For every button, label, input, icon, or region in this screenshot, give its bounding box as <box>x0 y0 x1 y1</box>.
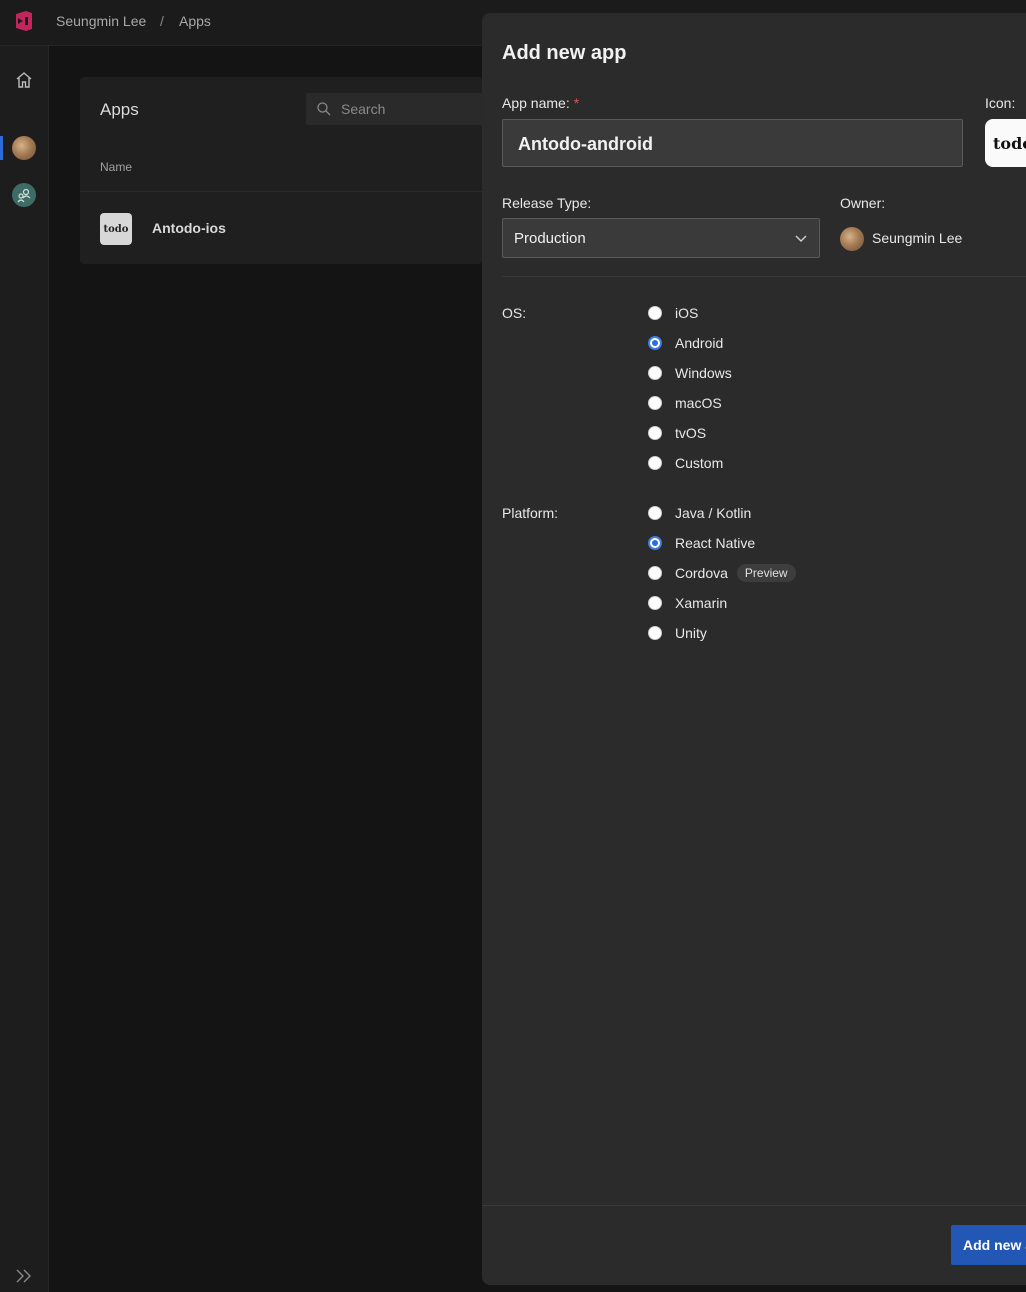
user-avatar <box>12 136 36 160</box>
app-name-field[interactable]: Antodo-android <box>502 119 963 167</box>
panel-title: Add new app <box>502 42 627 64</box>
breadcrumb-owner[interactable]: Seungmin Lee <box>56 13 146 29</box>
os-option-label: Windows <box>675 365 732 381</box>
app-center-logo-icon[interactable] <box>12 9 36 33</box>
app-icon: todo <box>100 213 132 245</box>
platform-option-label: React Native <box>675 535 756 551</box>
required-mark: * <box>573 95 580 111</box>
radio-button[interactable] <box>648 596 662 610</box>
os-option-label: iOS <box>675 305 699 321</box>
platform-option-react-native[interactable]: React Native <box>648 533 755 553</box>
app-name-label: App name: * <box>502 95 579 111</box>
os-option-label: Android <box>675 335 724 351</box>
owner-name: Seungmin Lee <box>872 230 963 246</box>
home-icon <box>16 72 32 88</box>
platform-option-cordova[interactable]: Cordova Preview <box>648 563 796 583</box>
radio-button-selected[interactable] <box>648 336 662 350</box>
owner-label: Owner: <box>840 195 886 211</box>
release-type-label: Release Type: <box>502 195 592 211</box>
add-new-app-button[interactable]: Add new app <box>951 1225 1026 1265</box>
app-icon-upload[interactable]: todo <box>985 119 1026 167</box>
radio-button[interactable] <box>648 566 662 580</box>
radio-button[interactable] <box>648 366 662 380</box>
apps-list-card: Apps Search Name todo Antodo-ios <box>80 77 482 264</box>
apps-title: Apps <box>100 100 139 119</box>
search-input[interactable]: Search <box>306 93 482 125</box>
platform-label: Platform: <box>502 505 559 521</box>
add-new-app-panel: Add new app App name: * Antodo-android Ic… <box>482 13 1026 1285</box>
column-header-name[interactable]: Name <box>100 160 132 174</box>
search-icon <box>317 102 331 116</box>
release-type-select[interactable]: Production <box>502 218 820 258</box>
os-option-label: Custom <box>675 455 724 471</box>
radio-button-selected[interactable] <box>648 536 662 550</box>
platform-option-java-kotlin[interactable]: Java / Kotlin <box>648 503 751 523</box>
radio-button[interactable] <box>648 456 662 470</box>
radio-button[interactable] <box>648 306 662 320</box>
os-option-label: tvOS <box>675 425 707 441</box>
owner-avatar <box>840 227 864 251</box>
os-option-custom[interactable]: Custom <box>648 453 723 473</box>
os-option-windows[interactable]: Windows <box>648 363 732 383</box>
os-option-ios[interactable]: iOS <box>648 303 698 323</box>
breadcrumb-apps[interactable]: Apps <box>179 13 211 29</box>
platform-option-unity[interactable]: Unity <box>648 623 707 643</box>
organization-nav-button[interactable] <box>8 179 40 211</box>
os-label: OS: <box>502 305 527 321</box>
icon-label: Icon: <box>985 95 1016 111</box>
user-nav-button[interactable] <box>0 132 40 164</box>
app-name-link[interactable]: Antodo-ios <box>152 220 226 236</box>
radio-button[interactable] <box>648 506 662 520</box>
chevron-down-icon <box>795 235 807 242</box>
platform-option-label: Cordova <box>675 565 728 581</box>
search-placeholder: Search <box>341 101 386 117</box>
os-option-android[interactable]: Android <box>648 333 723 353</box>
platform-option-label: Java / Kotlin <box>675 505 752 521</box>
app-name-label-text: App name: <box>502 95 570 111</box>
left-nav-rail <box>0 46 49 1292</box>
organization-icon <box>12 183 36 207</box>
platform-option-label: Xamarin <box>675 595 728 611</box>
breadcrumb-separator: / <box>160 13 164 29</box>
home-button[interactable] <box>8 64 40 96</box>
radio-button[interactable] <box>648 396 662 410</box>
preview-badge: Preview <box>736 564 796 582</box>
divider <box>502 276 1026 277</box>
os-option-label: macOS <box>675 395 722 411</box>
divider <box>80 191 482 192</box>
radio-button[interactable] <box>648 626 662 640</box>
radio-button[interactable] <box>648 426 662 440</box>
release-type-value: Production <box>514 230 586 247</box>
platform-option-xamarin[interactable]: Xamarin <box>648 593 727 613</box>
os-option-tvos[interactable]: tvOS <box>648 423 706 443</box>
platform-option-label: Unity <box>675 625 707 641</box>
expand-icon[interactable] <box>12 1264 36 1288</box>
footer-divider <box>482 1205 1026 1206</box>
os-option-macos[interactable]: macOS <box>648 393 722 413</box>
